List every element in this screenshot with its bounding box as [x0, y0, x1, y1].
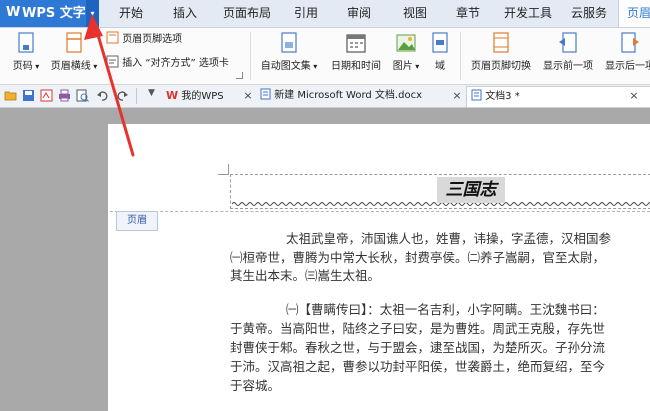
- show-previous-button[interactable]: 显示前一项: [540, 32, 596, 72]
- save-icon[interactable]: [22, 89, 35, 102]
- close-tab-icon[interactable]: ×: [629, 86, 639, 106]
- insert-align-tab-button[interactable]: 插入 “对齐方式” 选项卡: [106, 55, 229, 71]
- menu-bar: W WPS 文字 ▾ 开始 插入 页面布局 引用 审阅 视图 章节 开发工具 云…: [0, 0, 650, 28]
- doc-tab-label: 我的WPS: [181, 91, 224, 102]
- body-paragraph-line[interactable]: 于黄帝。当高阳世，陆终之子曰安，是为曹姓。周武王克殷，存先世: [230, 319, 650, 338]
- print-preview-icon[interactable]: [76, 89, 89, 102]
- page-number-icon: [18, 32, 34, 53]
- insert-align-icon: [106, 55, 119, 68]
- tab-review[interactable]: 审阅: [338, 0, 380, 27]
- doc-tab-document3[interactable]: 文档3 *: [466, 86, 650, 107]
- doc-tab-my-wps[interactable]: W 我的WPS: [166, 86, 246, 106]
- undo-icon[interactable]: [96, 89, 109, 102]
- doc-tab-label: 新建 Microsoft Word 文档.docx: [274, 90, 422, 101]
- auto-doc-info-label: 自动图文集: [260, 61, 311, 72]
- header-footer-options-label: 页眉页脚选项: [122, 34, 183, 45]
- ribbon-header-footer: 页码 ▾ 页眉横线 ▾ 页眉页脚选项 插入 “对齐方式” 选项卡 自动图文集 ▾…: [0, 28, 650, 85]
- header-line-icon: [66, 32, 82, 53]
- tab-insert[interactable]: 插入: [164, 0, 206, 27]
- date-time-label: 日期和时间: [331, 61, 381, 72]
- show-next-button[interactable]: 显示后一项: [602, 32, 650, 72]
- field-button[interactable]: 域: [428, 32, 452, 72]
- app-menu-dropdown-button[interactable]: ▾: [86, 0, 99, 27]
- page-number-button[interactable]: 页码 ▾: [6, 32, 46, 72]
- tab-page-layout[interactable]: 页面布局: [218, 0, 276, 27]
- header-line-button[interactable]: 页眉横线 ▾: [48, 32, 100, 72]
- insert-align-tab-label: 插入 “对齐方式” 选项卡: [122, 58, 229, 69]
- export-pdf-icon[interactable]: [40, 89, 53, 102]
- show-next-label: 显示后一项: [605, 61, 650, 72]
- margin-corner-mark: [218, 164, 229, 175]
- wps-logo-icon: W: [166, 89, 179, 102]
- tab-cloud-service[interactable]: 云服务: [566, 0, 612, 27]
- picture-icon: [396, 34, 416, 52]
- wps-logo-icon: W: [6, 5, 21, 20]
- switch-header-footer-icon: [493, 32, 509, 53]
- print-icon[interactable]: [58, 89, 71, 102]
- group-expand-icon[interactable]: [236, 72, 243, 79]
- body-paragraph-line[interactable]: 于容城。: [230, 376, 650, 395]
- show-next-icon: [621, 32, 639, 53]
- tab-view[interactable]: 视图: [394, 0, 436, 27]
- date-time-button[interactable]: 日期和时间: [328, 32, 384, 72]
- ribbon-divider: [250, 32, 251, 80]
- body-paragraph-line[interactable]: 于沛。汉高祖之起，曹参以功封平阳侯，世袭爵土，绝而复绍，至今: [230, 357, 650, 376]
- tab-chapter[interactable]: 章节: [448, 0, 488, 27]
- header-title-text[interactable]: 三国志: [437, 177, 505, 203]
- header-boundary-line: [110, 211, 650, 212]
- show-previous-icon: [559, 32, 577, 53]
- calendar-icon: [346, 34, 366, 53]
- body-paragraph-line[interactable]: ㈠【曹瞒传曰】：太祖一名吉利，小字阿瞒。王沈魏书曰：: [230, 300, 650, 319]
- switch-header-footer-label: 页眉页脚切换: [471, 61, 531, 72]
- ribbon-divider: [460, 32, 461, 80]
- field-label: 域: [435, 61, 445, 72]
- word-doc-icon: [471, 89, 482, 101]
- auto-text-icon: [281, 32, 297, 53]
- body-paragraph-line[interactable]: 其生出本末。㈢嵩生太祖。: [230, 266, 650, 285]
- show-previous-label: 显示前一项: [543, 61, 593, 72]
- header-label-tag: 页眉: [116, 211, 158, 231]
- doc-tab-label: 文档3 *: [485, 91, 520, 102]
- close-tab-icon[interactable]: ×: [452, 86, 462, 106]
- customize-toolbar-chevron-icon[interactable]: ▼: [148, 88, 155, 98]
- picture-label: 图片: [392, 61, 413, 72]
- field-icon: [432, 32, 448, 53]
- tab-references[interactable]: 引用: [286, 0, 326, 27]
- body-paragraph-line[interactable]: 太祖武皇帝，沛国谯人也，姓曹，讳操，字孟德，汉相国参: [230, 229, 650, 248]
- open-folder-icon[interactable]: [4, 89, 17, 102]
- body-paragraph-line[interactable]: ㈠桓帝世，曹腾为中常大长秋，封费亭侯。㈡养子嵩嗣，官至太尉，: [230, 248, 650, 267]
- word-doc-icon: [260, 88, 271, 100]
- app-name: WPS 文字: [22, 6, 86, 21]
- header-line-label: 页眉横线: [50, 61, 91, 72]
- body-paragraph-line[interactable]: 封曹侠于邾。春秋之世，与于盟会，逮至战国，为楚所灭。子孙分流: [230, 338, 650, 357]
- tab-home[interactable]: 开始: [110, 0, 152, 27]
- switch-header-footer-button[interactable]: 页眉页脚切换: [468, 32, 534, 72]
- tab-header[interactable]: 页眉: [618, 0, 650, 27]
- auto-doc-info-button[interactable]: 自动图文集 ▾: [258, 32, 320, 72]
- page-number-label: 页码: [12, 61, 33, 72]
- close-tab-icon[interactable]: ×: [243, 86, 253, 106]
- header-footer-options-icon: [106, 31, 119, 44]
- toolbar-divider: [136, 88, 137, 104]
- picture-button[interactable]: 图片 ▾: [388, 32, 424, 72]
- quick-access-and-doc-tabs: ▼ W 我的WPS × 新建 Microsoft Word 文档.docx × …: [0, 85, 650, 108]
- redo-icon[interactable]: [116, 89, 129, 102]
- header-footer-options-button[interactable]: 页眉页脚选项: [106, 31, 182, 47]
- doc-tab-new-word-doc[interactable]: 新建 Microsoft Word 文档.docx: [260, 86, 456, 106]
- wps-app-button[interactable]: W WPS 文字: [0, 0, 86, 27]
- tab-developer[interactable]: 开发工具: [500, 0, 556, 27]
